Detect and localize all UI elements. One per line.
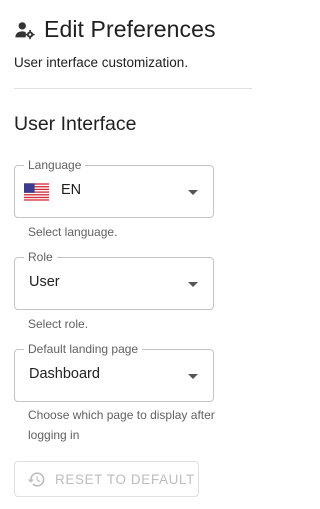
chevron-down-icon: [188, 374, 198, 379]
divider: [14, 88, 252, 89]
language-label: Language: [24, 157, 86, 173]
history-icon: [27, 471, 45, 487]
section-title: User Interface: [14, 113, 137, 135]
role-label: Role: [24, 249, 57, 265]
chevron-down-icon: [188, 190, 198, 195]
page-header: Edit Preferences: [14, 16, 216, 43]
landing-page-helper: Choose which page to display after loggi…: [28, 408, 215, 442]
page-subtitle: User interface customization.: [14, 55, 189, 70]
reset-button-label: RESET TO DEFAULT: [55, 471, 195, 487]
page-title: Edit Preferences: [44, 16, 216, 42]
language-select[interactable]: Language EN: [14, 157, 214, 218]
role-value: User: [29, 274, 60, 290]
role-helper: Select role.: [28, 317, 89, 331]
role-select[interactable]: Role User: [14, 249, 214, 310]
language-value: EN: [61, 182, 82, 198]
chevron-down-icon: [188, 282, 198, 287]
landing-page-value: Dashboard: [29, 366, 100, 382]
us-flag-icon: [24, 183, 49, 201]
landing-page-label: Default landing page: [24, 341, 143, 357]
reset-to-default-button[interactable]: RESET TO DEFAULT: [14, 461, 199, 497]
landing-page-select[interactable]: Default landing page Dashboard: [14, 341, 214, 402]
user-settings-icon: [15, 21, 35, 39]
language-helper: Select language.: [28, 225, 118, 239]
